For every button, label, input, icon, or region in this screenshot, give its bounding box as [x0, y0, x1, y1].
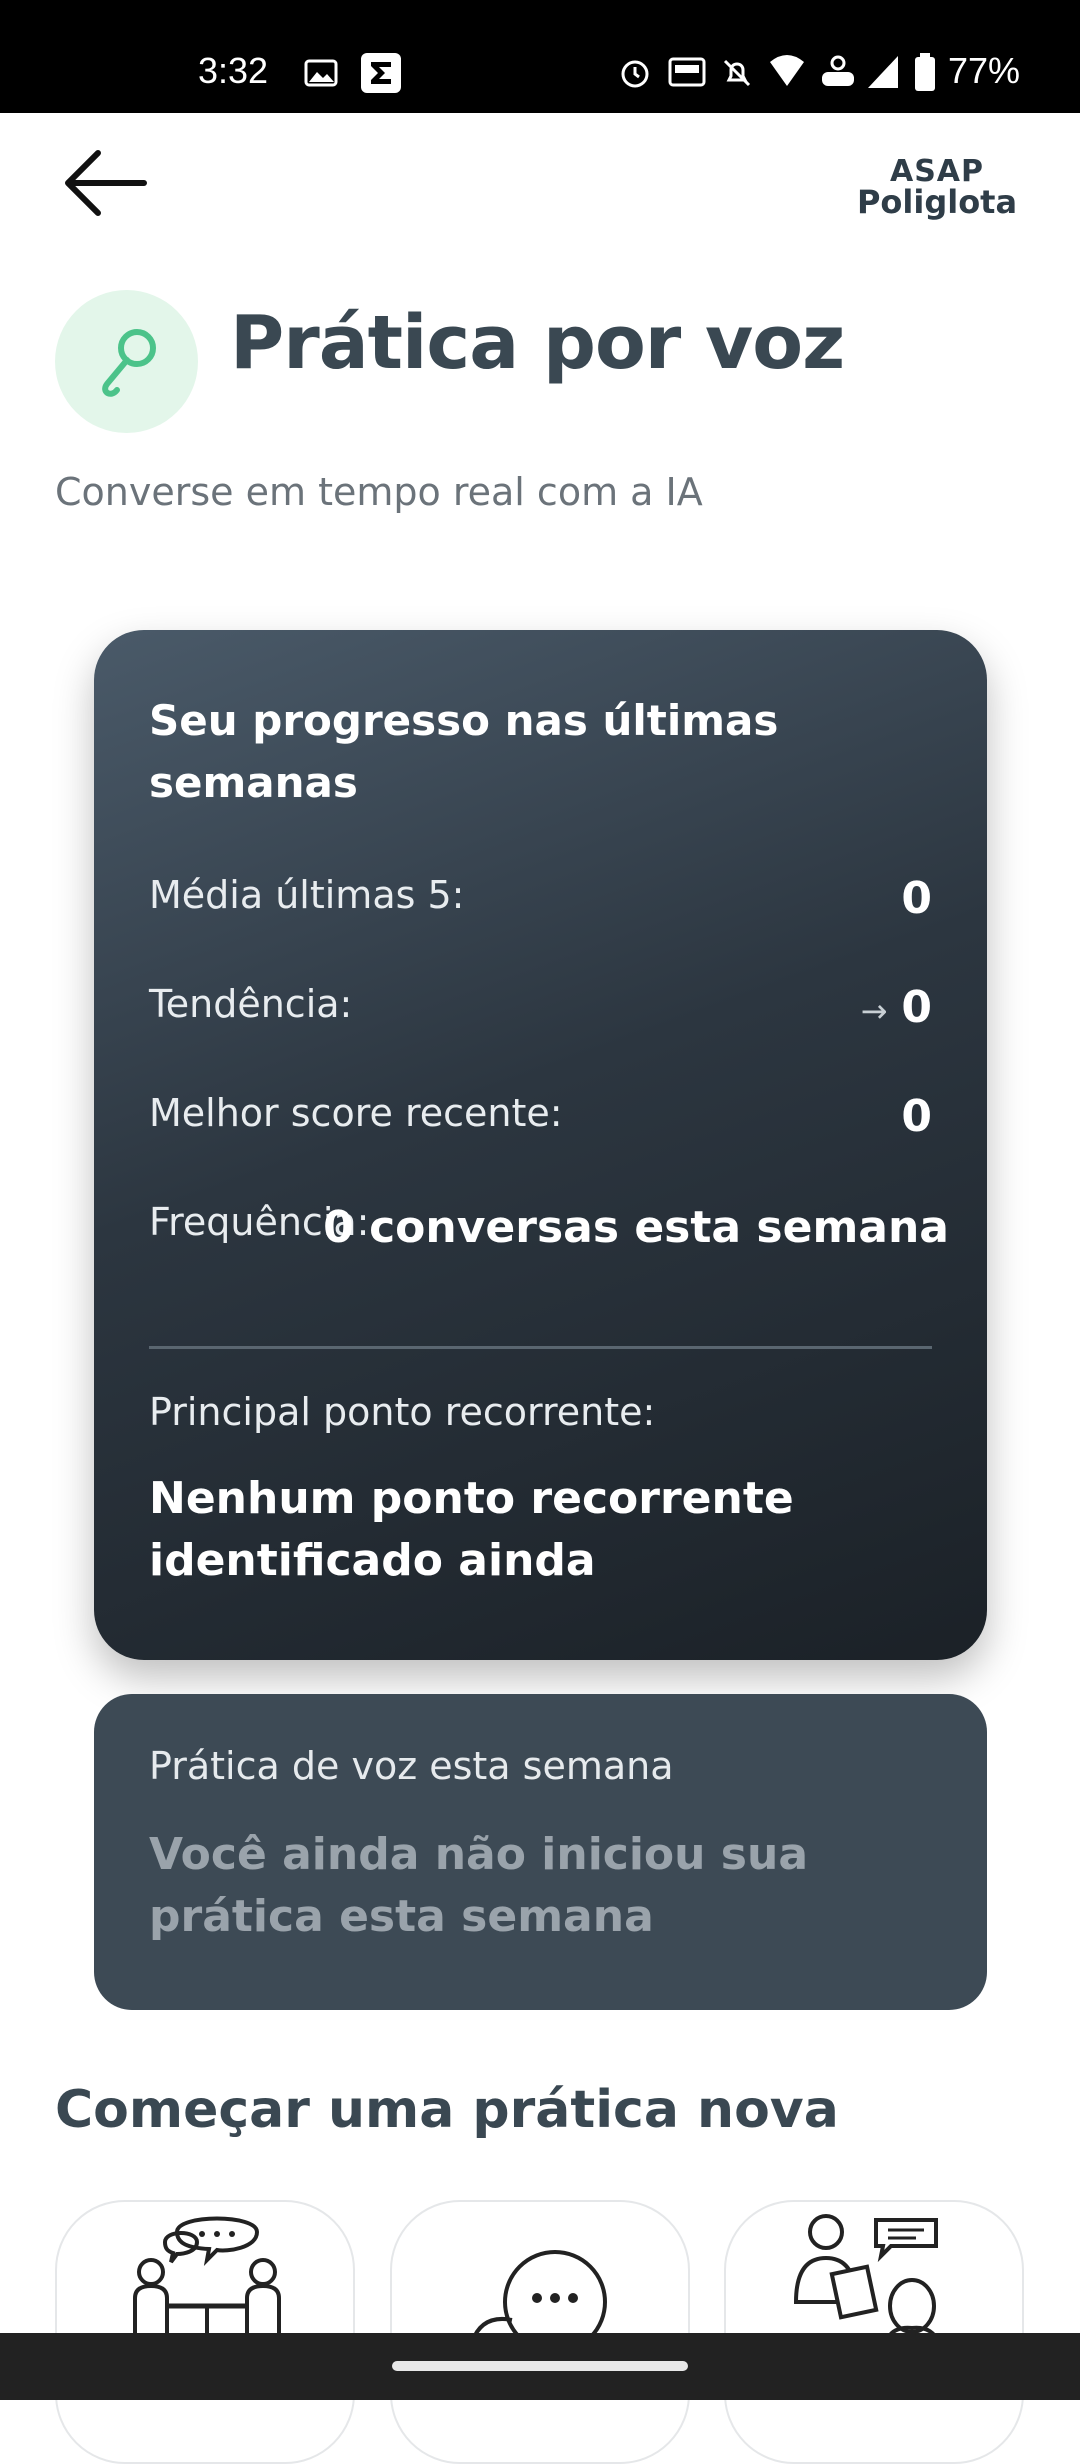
alarm-icon: [621, 60, 649, 88]
progress-card-title: Seu progresso nas últimas semanas: [149, 696, 779, 807]
wifi-icon: [770, 55, 804, 86]
home-gesture-handle[interactable]: [392, 2361, 688, 2371]
trend-arrow-icon: →: [860, 992, 888, 1030]
battery-percentage: 77%: [947, 50, 1020, 91]
practice-option-conversation[interactable]: [55, 2200, 355, 2464]
weekly-practice-label: Prática de voz esta semana: [149, 1744, 674, 1788]
conversation-table-icon: [133, 2216, 281, 2342]
avg-last-5-value: 0: [901, 873, 932, 924]
avg-last-5-label: Média últimas 5:: [149, 873, 465, 917]
practice-option-interview[interactable]: [724, 2200, 1024, 2464]
trend-value: 0: [901, 982, 932, 1033]
frequency-value: 0 conversas esta semana: [323, 1202, 949, 1253]
microphone-icon: [102, 329, 156, 397]
recurrent-point-label: Principal ponto recorrente:: [149, 1390, 656, 1434]
logo-text-bottom: Poliglota: [856, 183, 1018, 221]
trend-value-group: → 0: [861, 982, 932, 1033]
best-score-label: Melhor score recente:: [149, 1091, 563, 1135]
system-navigation-bar: [0, 2333, 1080, 2400]
interview-icon: [793, 2214, 940, 2343]
page-subtitle: Converse em tempo real com a IA: [55, 470, 703, 514]
chat-bubble-icon: [470, 2250, 607, 2354]
auto-hz-icon: [668, 57, 706, 87]
weekly-practice-card: Prática de voz esta semana Você ainda nã…: [94, 1694, 987, 2010]
status-time: 3:32: [198, 50, 269, 91]
trend-label: Tendência:: [149, 982, 353, 1026]
image-icon: [304, 59, 338, 87]
bell-off-icon: [723, 59, 751, 87]
weekly-practice-status: Você ainda não iniciou sua prática esta …: [149, 1829, 809, 1942]
recurrent-point-value: Nenhum ponto recorrente identificado ain…: [149, 1473, 794, 1586]
app-bar: ASAP Poliglota: [0, 113, 1080, 273]
app-logo: ASAP Poliglota: [852, 157, 1022, 221]
card-divider: [149, 1346, 932, 1349]
volte-icon: [822, 55, 854, 86]
sigma-app-icon: [361, 53, 401, 93]
best-score-value: 0: [901, 1091, 932, 1142]
signal-icon: [868, 56, 898, 88]
arrow-left-icon: [65, 150, 147, 216]
header-icon-badge: [55, 290, 198, 433]
practice-option-chat[interactable]: [390, 2200, 690, 2464]
status-bar: 3:32 77%: [0, 0, 1080, 113]
new-practice-title: Começar uma prática nova: [55, 2080, 839, 2140]
back-button[interactable]: [60, 143, 170, 243]
battery-icon: [915, 53, 935, 91]
progress-card: Seu progresso nas últimas semanas Média …: [94, 630, 987, 1660]
page-title: Prática por voz: [230, 300, 845, 386]
